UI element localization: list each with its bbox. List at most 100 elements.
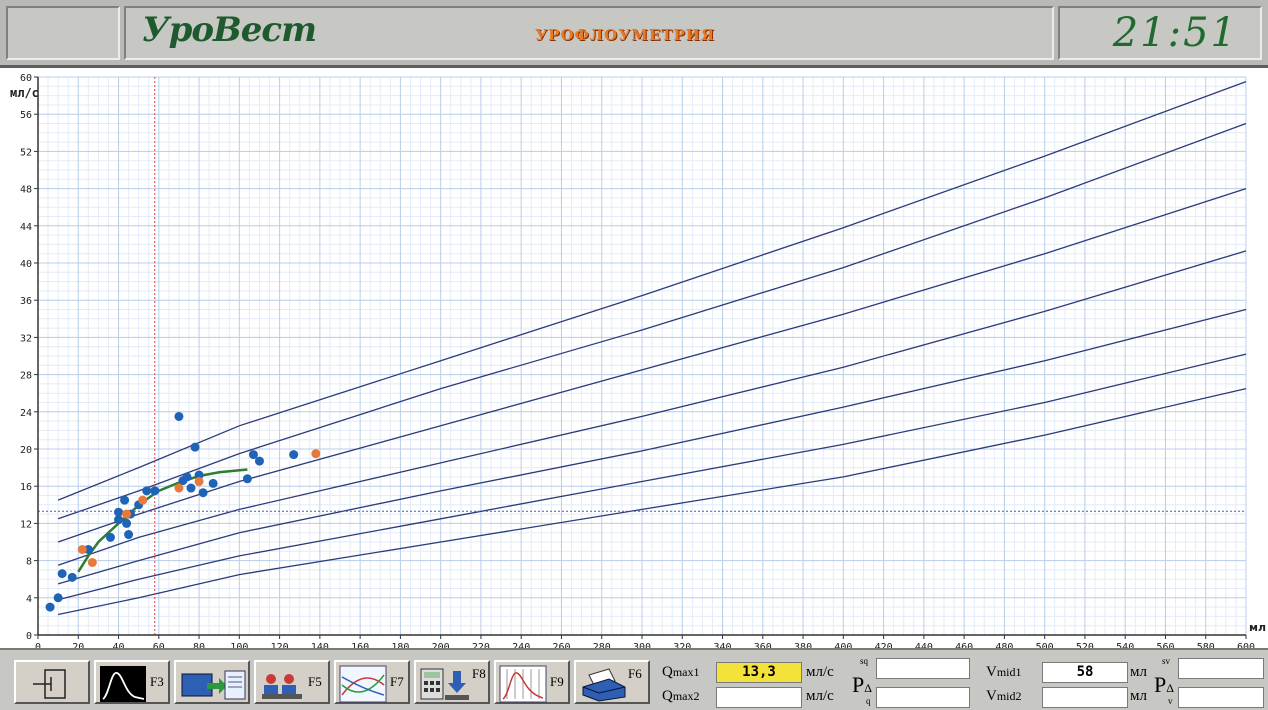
- nomogram-icon: [339, 665, 387, 703]
- calculator-save-icon: [420, 668, 469, 700]
- y-tick-labels: 04812162024283236404448525660: [20, 73, 32, 642]
- page-title: УРОФЛОУМЕТРИЯ: [535, 26, 716, 44]
- data-point-blue: [122, 518, 132, 528]
- y-tick-label: 40: [20, 259, 32, 270]
- fit-line: [77, 468, 248, 573]
- printer-icon: [582, 668, 626, 702]
- pv-top-field: [1178, 658, 1264, 679]
- y-tick-label: 36: [20, 296, 32, 307]
- compare-curves-button[interactable]: F9: [494, 660, 570, 704]
- data-point-blue: [57, 569, 67, 579]
- uroflow-nomogram-chart: 0 20 40 60 80 100 120 140 160 180 200 220 240 260 280 3…: [10, 73, 1266, 648]
- pv-label: PΔ: [1154, 672, 1174, 697]
- pq-bottom-field: [876, 687, 970, 708]
- data-point-blue: [114, 507, 124, 517]
- flow-curve-button[interactable]: F3: [94, 660, 170, 704]
- data-point-blue: [142, 486, 152, 496]
- data-point-blue: [242, 474, 252, 484]
- y-tick-label: 8: [26, 557, 32, 568]
- data-point-orange: [122, 509, 132, 519]
- calculator-save-button[interactable]: F8: [414, 660, 490, 704]
- data-point-blue: [53, 593, 63, 603]
- data-point-blue: [174, 411, 184, 421]
- nomogram-button[interactable]: F7: [334, 660, 410, 704]
- qmax2-field: [716, 687, 802, 708]
- pq-label: PΔ: [852, 672, 872, 697]
- data-point-blue: [289, 450, 299, 460]
- data-point-blue: [254, 456, 264, 466]
- vmid1-label: Vmid1: [986, 664, 1022, 680]
- vmid1-field: 58: [1042, 662, 1128, 683]
- qmax2-unit: мл/с: [806, 688, 834, 704]
- vmid2-field: [1042, 687, 1128, 708]
- data-point-blue: [105, 532, 115, 542]
- vmid2-unit: мл: [1130, 688, 1147, 704]
- clock: 21:51: [1112, 10, 1238, 56]
- pv-sup-bottom: v: [1168, 696, 1173, 706]
- y-tick-label: 28: [20, 371, 32, 382]
- pv-sup-top: sv: [1162, 656, 1171, 666]
- fit-curve: [77, 468, 248, 573]
- vmid1-unit: мл: [1130, 664, 1147, 680]
- data-point-blue: [150, 486, 160, 496]
- y-tick-label: 60: [20, 73, 32, 84]
- f7-key-label: F7: [390, 674, 404, 689]
- y-tick-label: 0: [26, 631, 32, 642]
- f5-key-label: F5: [308, 674, 322, 689]
- qmax1-label: Qmax1: [662, 664, 700, 680]
- exit-button[interactable]: [14, 660, 90, 704]
- pq-sup-bottom: q: [866, 696, 871, 706]
- data-point-blue: [186, 483, 196, 493]
- y-tick-label: 48: [20, 185, 32, 196]
- data-point-blue: [120, 495, 130, 505]
- y-tick-label: 12: [20, 519, 32, 530]
- app-logo: УроВест: [142, 10, 317, 50]
- patients-button[interactable]: F5: [254, 660, 330, 704]
- data-point-orange: [194, 477, 204, 487]
- header-left-panel: [6, 6, 120, 60]
- data-point-orange: [138, 495, 148, 505]
- folder-transfer-icon: [181, 670, 246, 700]
- y-tick-label: 20: [20, 445, 32, 456]
- data-point-blue: [67, 572, 77, 582]
- qmax1-field: 13,3: [716, 662, 802, 683]
- toolbar-panel: F3 F5 F7 F8 F9 F6 Qmax1 13,3 мл/с Qmax2 …: [0, 648, 1268, 710]
- qmax2-label: Qmax2: [662, 688, 700, 704]
- y-tick-label: 4: [26, 594, 32, 605]
- data-point-orange: [174, 483, 184, 493]
- print-button[interactable]: F6: [574, 660, 650, 704]
- exit-icon: [33, 669, 66, 699]
- x-axis-label: мл: [1249, 621, 1266, 634]
- pq-sup-top: sq: [860, 656, 869, 666]
- title-bar: УроВест УРОФЛОУМЕТРИЯ 21:51: [0, 0, 1268, 68]
- y-axis-label: мл/с: [10, 86, 39, 100]
- f6-key-label: F6: [628, 666, 642, 681]
- data-point-blue: [45, 602, 55, 612]
- data-point-orange: [87, 557, 97, 567]
- vmid2-label: Vmid2: [986, 688, 1022, 704]
- data-point-blue: [198, 488, 208, 498]
- data-point-blue: [124, 530, 134, 540]
- y-tick-label: 24: [20, 408, 32, 419]
- y-tick-label: 16: [20, 482, 32, 493]
- y-tick-label: 52: [20, 147, 32, 158]
- data-point-blue: [208, 478, 218, 488]
- folder-transfer-button[interactable]: [174, 660, 250, 704]
- patients-icon: [262, 674, 302, 699]
- data-point-orange: [77, 544, 87, 554]
- data-point-blue: [190, 442, 200, 452]
- f9-key-label: F9: [550, 674, 564, 689]
- axes: [34, 76, 1247, 639]
- pq-top-field: [876, 658, 970, 679]
- y-tick-label: 32: [20, 333, 32, 344]
- f8-key-label: F8: [472, 666, 486, 681]
- data-point-blue: [182, 472, 192, 482]
- qmax1-unit: мл/с: [806, 664, 834, 680]
- data-point-orange: [311, 449, 321, 459]
- pv-bottom-field: [1178, 687, 1264, 708]
- y-tick-label: 44: [20, 222, 32, 233]
- flow-curve-icon: [100, 666, 146, 702]
- f3-key-label: F3: [150, 674, 164, 689]
- y-tick-label: 56: [20, 110, 32, 121]
- compare-curves-icon: [499, 665, 547, 703]
